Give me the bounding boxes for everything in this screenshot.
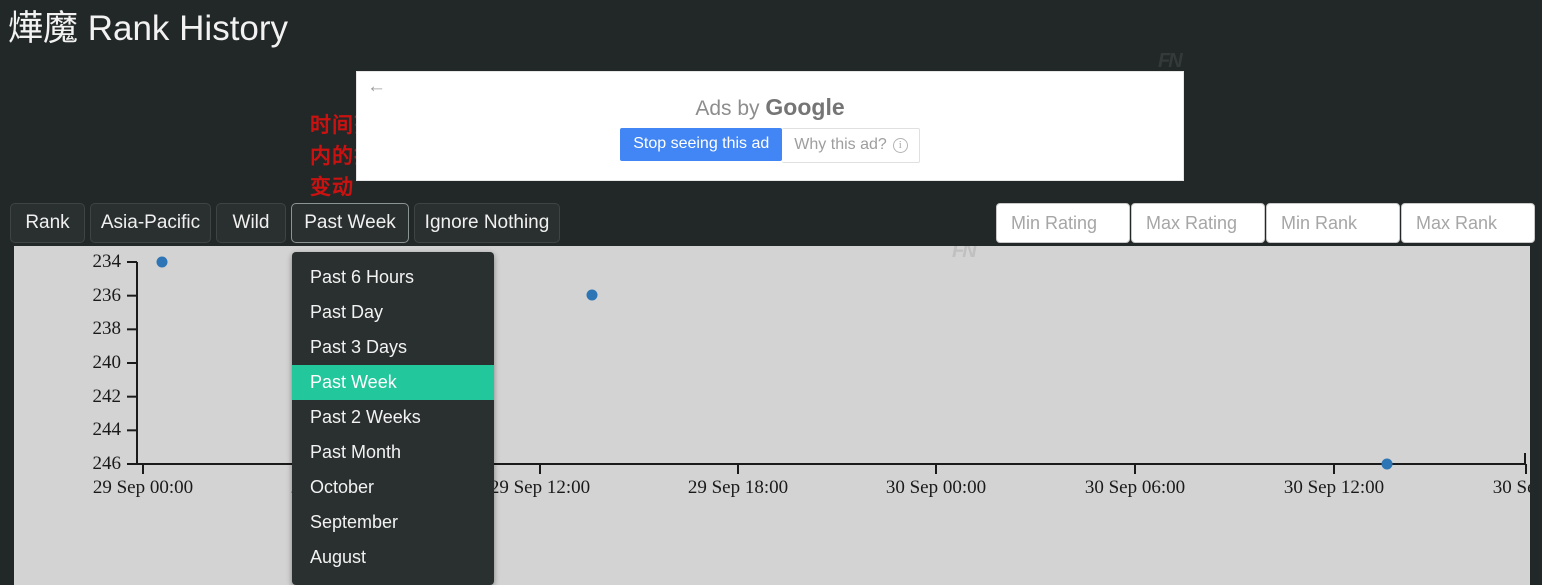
x-axis-tick-label: 30 Sep 1 (1493, 477, 1530, 499)
x-axis-tick-label: 30 Sep 06:00 (1085, 477, 1185, 499)
min-rank-input[interactable] (1266, 203, 1400, 243)
filter-bar: RankAsia-PacificWildPast WeekIgnore Noth… (0, 203, 1542, 245)
y-axis-tick-label: 244 (61, 419, 121, 441)
google-brand-text: Google (765, 94, 844, 120)
filter-button-wild[interactable]: Wild (216, 203, 286, 243)
dropdown-item-past-2-weeks[interactable]: Past 2 Weeks (292, 400, 494, 435)
y-axis-tick-label: 240 (61, 352, 121, 374)
ads-by-google-label: Ads by Google (357, 94, 1183, 121)
filter-button-past-week[interactable]: Past Week (291, 203, 409, 243)
dropdown-item-past-6-hours[interactable]: Past 6 Hours (292, 260, 494, 295)
max-rank-input[interactable] (1401, 203, 1535, 243)
x-axis-tick-label: 29 Sep 12:00 (490, 477, 590, 499)
y-axis-tick-label: 238 (61, 318, 121, 340)
page-title: 燁魔 Rank History (8, 6, 288, 52)
ad-action-buttons: Stop seeing this ad Why this ad? i (357, 128, 1183, 163)
dropdown-item-september[interactable]: September (292, 505, 494, 540)
y-axis-tick-label: 234 (61, 251, 121, 273)
time-range-dropdown[interactable]: Past 6 HoursPast DayPast 3 DaysPast Week… (292, 252, 494, 585)
y-axis-tick-label: 236 (61, 285, 121, 307)
min-rating-input[interactable] (996, 203, 1130, 243)
x-axis-tick-label: 30 Sep 12:00 (1284, 477, 1384, 499)
dropdown-item-october[interactable]: October (292, 470, 494, 505)
chart-data-point[interactable] (587, 290, 598, 301)
site-watermark-icon: FN (1158, 50, 1181, 73)
x-axis-tick-label: 29 Sep 18:00 (688, 477, 788, 499)
filter-button-ignore-nothing[interactable]: Ignore Nothing (414, 203, 560, 243)
chart-data-point[interactable] (1382, 459, 1393, 470)
dropdown-item-past-week[interactable]: Past Week (292, 365, 494, 400)
x-axis-tick-label: 29 Sep 00:00 (93, 477, 193, 499)
filter-button-asia-pacific[interactable]: Asia-Pacific (90, 203, 211, 243)
dropdown-item-past-3-days[interactable]: Past 3 Days (292, 330, 494, 365)
stop-seeing-ad-button[interactable]: Stop seeing this ad (620, 128, 782, 161)
max-rating-input[interactable] (1131, 203, 1265, 243)
why-this-ad-label: Why this ad? (794, 136, 886, 154)
why-this-ad-button[interactable]: Why this ad? i (782, 128, 919, 163)
rank-history-page: 燁魔 Rank History FN 时间范围内的排名变动 ← Ads by G… (0, 0, 1542, 585)
google-ad-panel: ← Ads by Google Stop seeing this ad Why … (356, 71, 1184, 181)
y-axis-tick-label: 246 (61, 453, 121, 475)
x-axis-tick-label: 30 Sep 00:00 (886, 477, 986, 499)
filter-button-rank[interactable]: Rank (10, 203, 85, 243)
chart-data-point[interactable] (157, 257, 168, 268)
chart-axes (14, 246, 1530, 585)
rank-history-chart: FN 23423623824024224424629 Sep 00:0029 S… (14, 246, 1530, 585)
ads-by-text: Ads by (695, 97, 765, 120)
y-axis-tick-label: 242 (61, 386, 121, 408)
info-icon: i (893, 138, 908, 153)
dropdown-item-past-day[interactable]: Past Day (292, 295, 494, 330)
dropdown-item-august[interactable]: August (292, 540, 494, 575)
dropdown-item-past-month[interactable]: Past Month (292, 435, 494, 470)
